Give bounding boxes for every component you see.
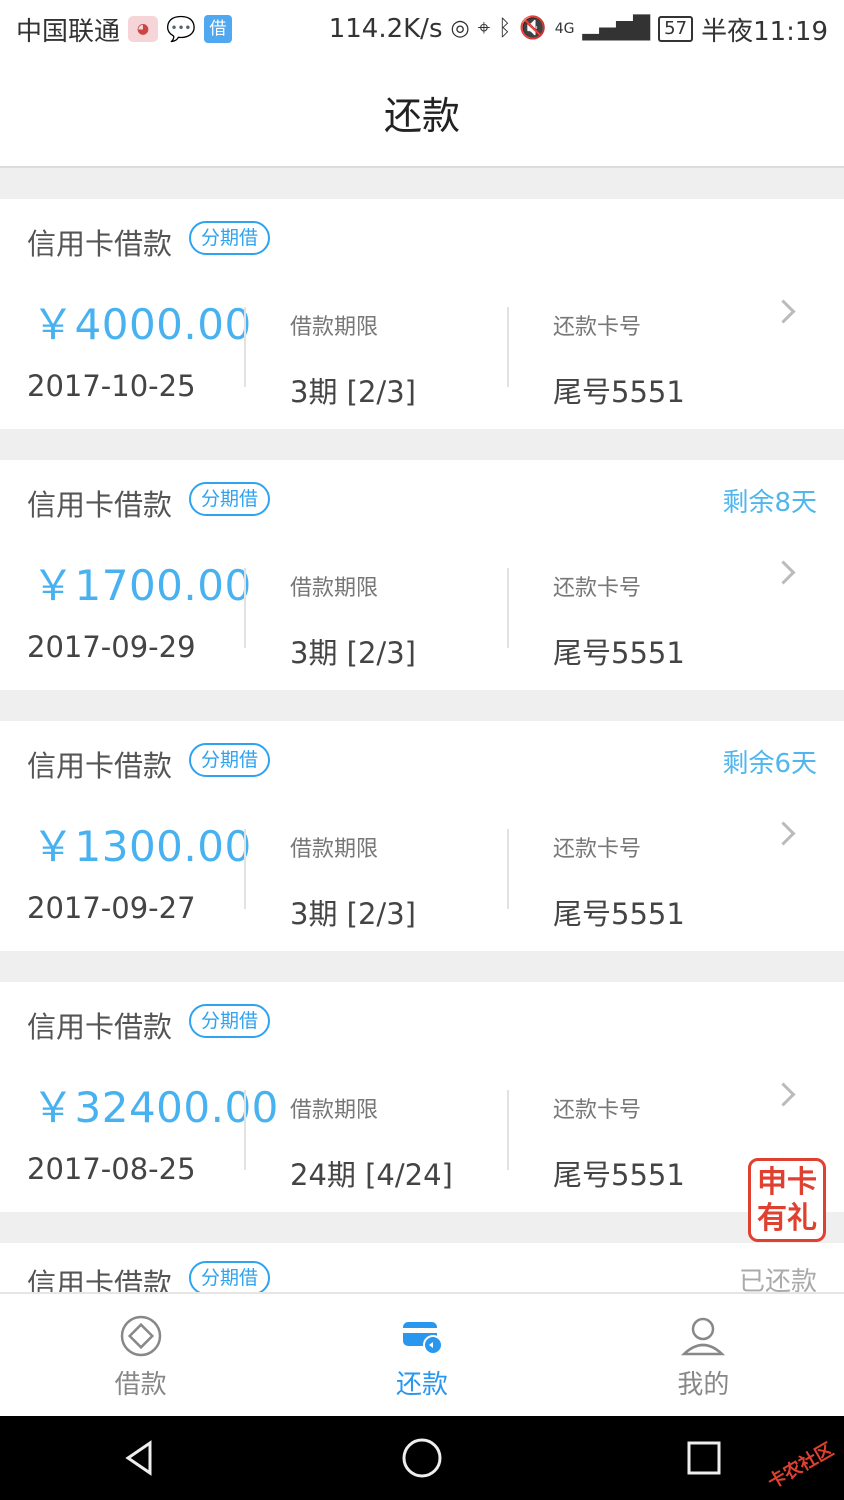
- loan-date: 2017-09-27: [27, 891, 196, 925]
- mute-icon: 🔇: [519, 16, 547, 41]
- card-value: 尾号5551: [553, 375, 685, 409]
- term-label: 借款期限: [290, 315, 379, 340]
- loan-type: 信用卡借款: [27, 1010, 173, 1044]
- promo-line-2: 有礼: [757, 1201, 817, 1236]
- days-remaining: 剩余6天: [722, 749, 817, 779]
- home-icon[interactable]: [400, 1436, 444, 1480]
- card-label: 还款卡号: [553, 1098, 642, 1123]
- divider: [507, 829, 509, 909]
- term-value: 3期 [2/3]: [290, 897, 416, 931]
- days-remaining: 剩余8天: [722, 488, 817, 518]
- card-label: 还款卡号: [553, 576, 642, 601]
- repay-card-icon: [402, 1322, 443, 1355]
- term-value: 3期 [2/3]: [290, 636, 416, 670]
- loan-app-badge-icon: 借: [203, 15, 232, 43]
- installment-tag: 分期借: [189, 743, 271, 777]
- signal-icon: ▂▄▆█: [582, 16, 651, 41]
- loan-amount: ￥4000.00: [32, 300, 252, 349]
- loan-amount: ￥32400.00: [32, 1083, 279, 1132]
- card-value: 尾号5551: [553, 897, 685, 931]
- status-bar: 中国联通 ◕ 💬 借 114.2K/s ◎ ⌖ ᛒ 🔇 4G ▂▄▆█ 57 半…: [0, 0, 844, 58]
- network-speed: 114.2K/s: [328, 14, 443, 44]
- page-title: 还款: [383, 93, 460, 138]
- recents-icon[interactable]: [684, 1438, 724, 1478]
- profile-icon: [681, 1317, 726, 1356]
- app-notification-icon: ◕: [128, 16, 159, 42]
- loan-card-3[interactable]: 信用卡借款 分期借 剩余6天 ￥1300.00 2017-09-27 借款期限 …: [0, 721, 844, 951]
- location-icon: ⌖: [477, 16, 491, 41]
- loan-date: 2017-09-29: [27, 630, 196, 664]
- loan-type: 信用卡借款: [27, 227, 173, 261]
- installment-tag: 分期借: [189, 221, 271, 255]
- card-label: 还款卡号: [553, 837, 642, 862]
- page-header: 还款: [0, 58, 844, 168]
- system-nav-bar: [0, 1416, 844, 1500]
- loan-date: 2017-08-25: [27, 1152, 196, 1186]
- loan-card-4[interactable]: 信用卡借款 分期借 ￥32400.00 2017-08-25 借款期限 24期 …: [0, 982, 844, 1212]
- divider: [507, 307, 509, 387]
- nav-borrow-label: 借款: [114, 1370, 167, 1400]
- term-label: 借款期限: [290, 576, 379, 601]
- hotspot-icon: ◎: [450, 16, 470, 41]
- divider: [244, 829, 246, 909]
- chat-bubble-icon: 💬: [166, 15, 196, 43]
- loan-amount: ￥1700.00: [32, 561, 252, 610]
- divider: [244, 568, 246, 648]
- nav-borrow[interactable]: 借款: [0, 1294, 281, 1418]
- chevron-right-icon[interactable]: [771, 1082, 796, 1107]
- installment-tag: 分期借: [189, 1261, 271, 1295]
- chevron-right-icon[interactable]: [771, 821, 796, 846]
- nav-repay-label: 还款: [395, 1370, 448, 1400]
- network-type-icon: 4G: [554, 21, 575, 37]
- nav-profile[interactable]: 我的: [563, 1294, 844, 1418]
- loan-type: 信用卡借款: [27, 488, 173, 522]
- borrow-icon: [120, 1315, 161, 1357]
- loan-card-2[interactable]: 信用卡借款 分期借 剩余8天 ￥1700.00 2017-09-29 借款期限 …: [0, 460, 844, 690]
- term-label: 借款期限: [290, 837, 379, 862]
- nav-profile-label: 我的: [677, 1370, 730, 1400]
- back-icon[interactable]: [120, 1438, 160, 1478]
- bluetooth-icon: ᛒ: [498, 16, 512, 41]
- promo-line-1: 申卡: [757, 1165, 817, 1200]
- card-value: 尾号5551: [553, 636, 685, 670]
- apply-card-promo-button[interactable]: 申卡 有礼: [748, 1158, 826, 1242]
- loan-date: 2017-10-25: [27, 369, 196, 403]
- divider: [507, 1090, 509, 1170]
- clock: 半夜11:19: [701, 16, 828, 47]
- divider: [244, 1090, 246, 1170]
- divider: [244, 307, 246, 387]
- installment-tag: 分期借: [189, 1004, 271, 1038]
- divider: [507, 568, 509, 648]
- term-value: 24期 [4/24]: [290, 1158, 453, 1192]
- chevron-right-icon[interactable]: [771, 560, 796, 585]
- bottom-nav: 借款 还款 我的: [0, 1292, 844, 1418]
- carrier-label: 中国联通: [16, 16, 121, 47]
- nav-repay[interactable]: 还款: [281, 1294, 562, 1418]
- card-value: 尾号5551: [553, 1158, 685, 1192]
- loan-type: 信用卡借款: [27, 749, 173, 783]
- installment-tag: 分期借: [189, 482, 271, 516]
- term-value: 3期 [2/3]: [290, 375, 416, 409]
- loan-card-1[interactable]: 信用卡借款 分期借 ￥4000.00 2017-10-25 借款期限 3期 [2…: [0, 199, 844, 429]
- card-label: 还款卡号: [553, 315, 642, 340]
- term-label: 借款期限: [290, 1098, 379, 1123]
- loan-amount: ￥1300.00: [32, 822, 252, 871]
- battery-icon: 57: [658, 16, 694, 42]
- chevron-right-icon[interactable]: [771, 299, 796, 324]
